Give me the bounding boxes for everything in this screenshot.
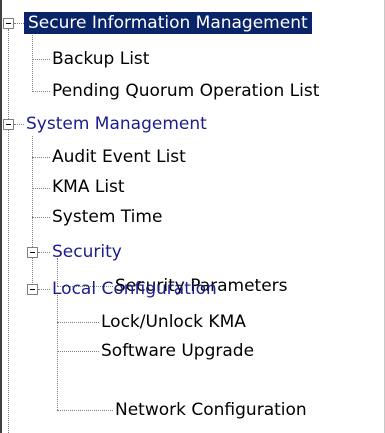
tree-node-network-configuration[interactable]: Network Configuration [113, 399, 309, 421]
tree-connector [32, 91, 50, 92]
tree-node-audit-event-list[interactable]: Audit Event List [50, 146, 188, 168]
collapse-toggle-system-management[interactable] [3, 119, 14, 130]
tree-connector [32, 35, 33, 92]
tree-connector [57, 322, 99, 323]
tree-node-local-configuration[interactable]: Local Configuration [50, 278, 219, 300]
tree-node-system-management[interactable]: System Management [24, 113, 209, 135]
tree-connector [57, 351, 99, 352]
tree-node-software-upgrade[interactable]: Software Upgrade [99, 340, 256, 362]
tree-connector [38, 252, 50, 253]
collapse-toggle-security[interactable] [27, 247, 38, 258]
tree-node-security[interactable]: Security [50, 241, 124, 263]
tree-connector [32, 136, 33, 291]
tree-connector [32, 157, 50, 158]
tree-node-pending-quorum-operation-list[interactable]: Pending Quorum Operation List [50, 80, 321, 102]
tree-left-border [0, 0, 2, 433]
tree-node-system-time[interactable]: System Time [50, 206, 164, 228]
tree-node-backup-list[interactable]: Backup List [50, 48, 151, 70]
tree-connector [32, 59, 50, 60]
navigation-tree: Secure Information Management Backup Lis… [0, 0, 385, 433]
tree-connector [8, 29, 9, 433]
tree-connector [32, 217, 50, 218]
tree-connector [57, 295, 58, 410]
tree-node-kma-list[interactable]: KMA List [50, 176, 127, 198]
collapse-toggle-secure-information-management[interactable] [3, 18, 14, 29]
tree-node-secure-information-management[interactable]: Secure Information Management [24, 12, 312, 34]
collapse-toggle-local-configuration[interactable] [27, 284, 38, 295]
tree-connector [32, 188, 50, 189]
tree-connector [38, 289, 50, 290]
tree-connector [57, 410, 113, 411]
tree-connector [14, 124, 24, 125]
tree-node-lock-unlock-kma[interactable]: Lock/Unlock KMA [99, 311, 248, 333]
